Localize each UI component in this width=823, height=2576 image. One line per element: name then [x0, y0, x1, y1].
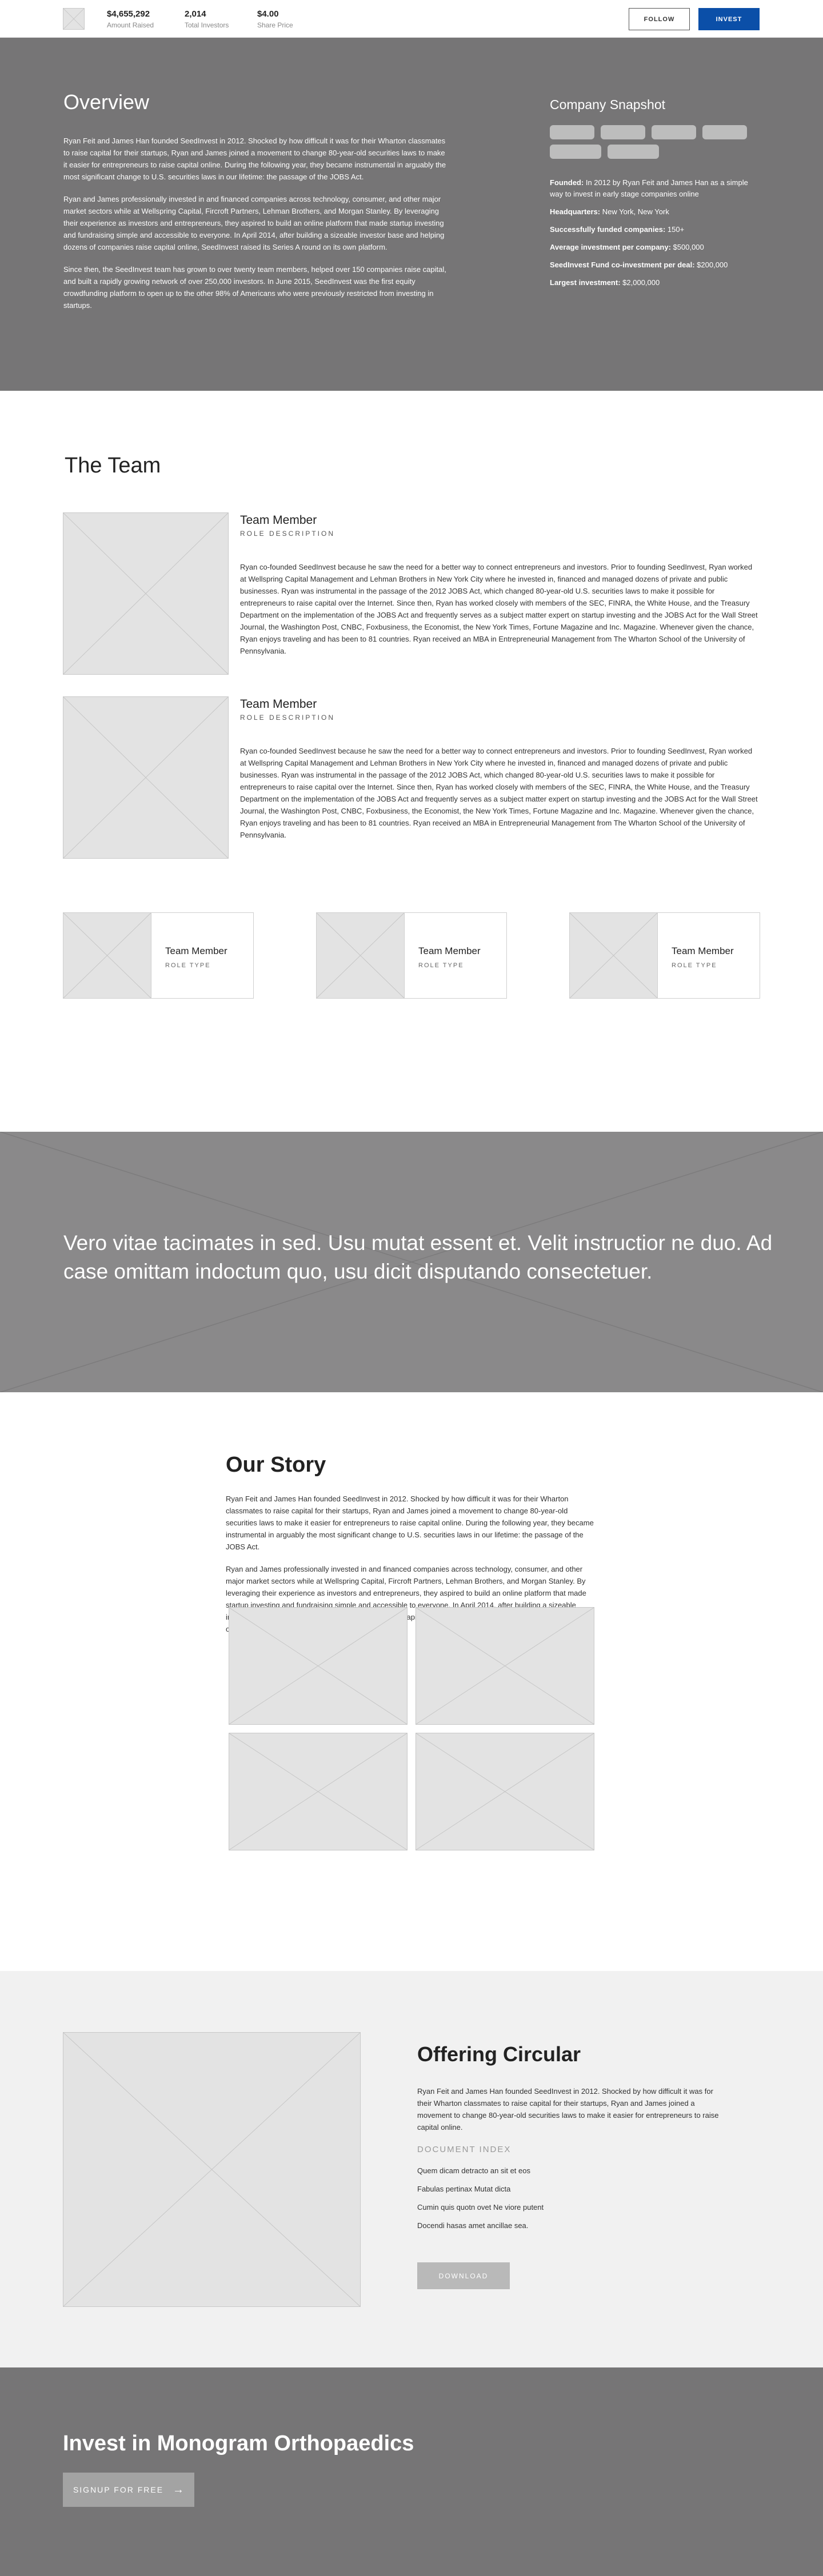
document-index-heading: DOCUMENT INDEX	[417, 2145, 512, 2154]
offering-section: Offering Circular Ryan Feit and James Ha…	[0, 1971, 823, 2367]
fact-funded-companies: Successfully funded companies: 150+	[550, 224, 761, 235]
team-section: The Team Team Member ROLE DESCRIPTION Ry…	[0, 391, 823, 1132]
snapshot-tags	[550, 125, 756, 159]
cta-title: Invest in Monogram Orthopaedics	[63, 2431, 414, 2455]
team-member-profile: Team Member ROLE DESCRIPTION Ryan co-fou…	[63, 512, 760, 675]
card-name: Team Member	[165, 946, 227, 956]
fact-average-investment: Average investment per company: $500,000	[550, 242, 761, 253]
member-bio: Ryan co-founded SeedInvest because he sa…	[240, 747, 758, 839]
fact-label: SeedInvest Fund co-investment per deal:	[550, 261, 695, 269]
fact-founded: Founded: In 2012 by Ryan Feit and James …	[550, 177, 761, 200]
top-bar: $4,655,292 Amount Raised 2,014 Total Inv…	[0, 0, 823, 38]
tag-placeholder[interactable]	[550, 125, 594, 139]
fact-value: New York, New York	[600, 207, 669, 216]
member-photo	[63, 512, 229, 675]
stat-label: Total Investors	[185, 21, 229, 29]
download-button[interactable]: DOWNLOAD	[417, 2262, 510, 2289]
card-role: ROLE TYPE	[165, 962, 211, 969]
tag-placeholder[interactable]	[702, 125, 747, 139]
member-photo	[63, 696, 229, 859]
overview-paragraph: Ryan Feit and James Han founded SeedInve…	[63, 137, 446, 181]
fact-value: $500,000	[670, 243, 704, 251]
team-member-profile: Team Member ROLE DESCRIPTION Ryan co-fou…	[63, 696, 760, 859]
card-role: ROLE TYPE	[418, 962, 464, 969]
quote-text: Vero vitae tacimates in sed. Usu mutat e…	[63, 1231, 773, 1283]
stat-value: 2,014	[185, 9, 206, 19]
gallery-image[interactable]	[416, 1733, 594, 1850]
fact-label: Founded:	[550, 178, 584, 187]
offering-description: Ryan Feit and James Han founded SeedInve…	[417, 2087, 719, 2132]
document-index-list: Quem dicam detracto an sit et eos Fabula…	[417, 2165, 544, 2238]
member-role: ROLE DESCRIPTION	[240, 530, 335, 538]
team-member-card[interactable]: Team Member ROLE TYPE	[63, 912, 254, 999]
document-index-item[interactable]: Quem dicam detracto an sit et eos	[417, 2165, 544, 2177]
story-title: Our Story	[226, 1453, 326, 1477]
stat-value: $4,655,292	[107, 9, 150, 19]
card-photo	[317, 913, 405, 998]
story-paragraph: Ryan Feit and James Han founded SeedInve…	[226, 1495, 594, 1551]
member-role: ROLE DESCRIPTION	[240, 714, 335, 722]
snapshot-title: Company Snapshot	[550, 97, 666, 112]
card-photo	[63, 913, 151, 998]
overview-paragraph: Since then, the SeedInvest team has grow…	[63, 265, 446, 310]
fact-headquarters: Headquarters: New York, New York	[550, 206, 761, 218]
follow-button[interactable]: FOLLOW	[629, 8, 690, 30]
document-index-item[interactable]: Fabulas pertinax Mutat dicta	[417, 2184, 544, 2195]
team-member-card[interactable]: Team Member ROLE TYPE	[569, 912, 760, 999]
team-member-card[interactable]: Team Member ROLE TYPE	[316, 912, 507, 999]
tag-placeholder[interactable]	[608, 145, 659, 159]
gallery-image[interactable]	[416, 1607, 594, 1725]
tag-placeholder[interactable]	[652, 125, 696, 139]
gallery-image[interactable]	[229, 1607, 407, 1725]
invest-cta-section: Invest in Monogram Orthopaedics SIGNUP F…	[0, 2367, 823, 2576]
fact-largest-investment: Largest investment: $2,000,000	[550, 277, 761, 289]
stat-label: Share Price	[257, 21, 293, 29]
card-name: Team Member	[672, 946, 734, 956]
gallery-image[interactable]	[229, 1733, 407, 1850]
stat-total-investors: 2,014 Total Investors	[185, 9, 229, 29]
member-name: Team Member	[240, 698, 317, 711]
member-bio: Ryan co-founded SeedInvest because he sa…	[240, 563, 758, 655]
stat-value: $4.00	[257, 9, 279, 19]
fact-co-investment: SeedInvest Fund co-investment per deal: …	[550, 259, 761, 271]
story-section: Our Story Ryan Feit and James Han founde…	[0, 1392, 823, 1971]
overview-paragraph: Ryan and James professionally invested i…	[63, 195, 445, 251]
fact-label: Headquarters:	[550, 207, 601, 216]
member-name: Team Member	[240, 514, 317, 527]
fact-value: $2,000,000	[620, 278, 660, 287]
team-title: The Team	[65, 454, 161, 478]
signup-button[interactable]: SIGNUP FOR FREE →	[63, 2473, 194, 2507]
invest-button[interactable]: INVEST	[698, 8, 760, 30]
company-snapshot: Company Snapshot Founded: In 2012 by Rya…	[550, 97, 761, 295]
document-index-item[interactable]: Docendi hasas amet ancillae sea.	[417, 2220, 544, 2232]
offering-document-image[interactable]	[63, 2032, 361, 2307]
fact-label: Average investment per company:	[550, 243, 671, 251]
overview-body: Ryan Feit and James Han founded SeedInve…	[63, 135, 446, 322]
stat-share-price: $4.00 Share Price	[257, 9, 293, 29]
fact-value: $200,000	[694, 261, 728, 269]
fact-label: Successfully funded companies:	[550, 225, 666, 234]
document-index-item[interactable]: Cumin quis quotn ovet Ne viore putent	[417, 2202, 544, 2213]
card-photo	[570, 913, 658, 998]
tag-placeholder[interactable]	[550, 145, 601, 159]
company-logo[interactable]	[63, 8, 85, 30]
card-name: Team Member	[418, 946, 481, 956]
arrow-right-icon: →	[173, 2483, 185, 2496]
fact-value: 150+	[665, 225, 685, 234]
overview-title: Overview	[63, 90, 150, 114]
snapshot-facts: Founded: In 2012 by Ryan Feit and James …	[550, 177, 761, 289]
signup-label: SIGNUP FOR FREE	[73, 2485, 164, 2494]
card-role: ROLE TYPE	[672, 962, 717, 969]
stat-amount-raised: $4,655,292 Amount Raised	[107, 9, 154, 29]
quote-banner: Vero vitae tacimates in sed. Usu mutat e…	[0, 1132, 823, 1392]
fact-label: Largest investment:	[550, 278, 621, 287]
offering-title: Offering Circular	[417, 2042, 581, 2066]
overview-section: Overview Ryan Feit and James Han founded…	[0, 38, 823, 391]
stat-label: Amount Raised	[107, 21, 154, 29]
tag-placeholder[interactable]	[601, 125, 645, 139]
